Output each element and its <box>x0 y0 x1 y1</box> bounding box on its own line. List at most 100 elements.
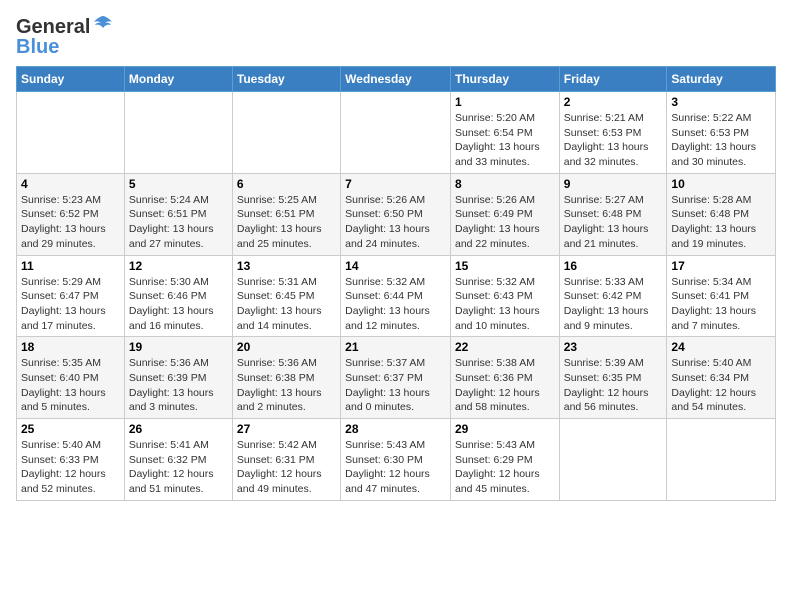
calendar-cell: 26 Sunrise: 5:41 AM Sunset: 6:32 PM Dayli… <box>124 419 232 501</box>
calendar-cell: 22 Sunrise: 5:38 AM Sunset: 6:36 PM Dayli… <box>450 337 559 419</box>
calendar-cell: 29 Sunrise: 5:43 AM Sunset: 6:29 PM Dayli… <box>450 419 559 501</box>
calendar-table: SundayMondayTuesdayWednesdayThursdayFrid… <box>16 66 776 501</box>
day-info: Sunrise: 5:27 AM Sunset: 6:48 PM Dayligh… <box>564 193 663 252</box>
calendar-cell: 15Sunrise: 5:32 AM Sunset: 6:43 PM Dayli… <box>450 255 559 337</box>
day-number: 18 <box>21 340 120 354</box>
day-number: 10 <box>671 177 771 191</box>
calendar-cell: 17 Sunrise: 5:34 AM Sunset: 6:41 PM Dayli… <box>667 255 776 337</box>
calendar-cell: 10 Sunrise: 5:28 AM Sunset: 6:48 PM Dayli… <box>667 173 776 255</box>
calendar-cell: 28 Sunrise: 5:43 AM Sunset: 6:30 PM Dayli… <box>341 419 451 501</box>
day-number: 12 <box>129 259 228 273</box>
weekday-header: Friday <box>559 67 667 92</box>
calendar-cell: 16 Sunrise: 5:33 AM Sunset: 6:42 PM Dayli… <box>559 255 667 337</box>
logo: General Blue <box>16 16 114 58</box>
day-number: 5 <box>129 177 228 191</box>
logo-bird-icon <box>92 14 114 36</box>
calendar-cell: 7Sunrise: 5:26 AM Sunset: 6:50 PM Daylig… <box>341 173 451 255</box>
calendar-cell: 24 Sunrise: 5:40 AM Sunset: 6:34 PM Dayli… <box>667 337 776 419</box>
day-number: 28 <box>345 422 446 436</box>
day-number: 29 <box>455 422 555 436</box>
calendar-cell: 14 Sunrise: 5:32 AM Sunset: 6:44 PM Dayli… <box>341 255 451 337</box>
day-info: Sunrise: 5:40 AM Sunset: 6:33 PM Dayligh… <box>21 438 120 497</box>
calendar-cell: 19 Sunrise: 5:36 AM Sunset: 6:39 PM Dayli… <box>124 337 232 419</box>
day-info: Sunrise: 5:41 AM Sunset: 6:32 PM Dayligh… <box>129 438 228 497</box>
weekday-header: Sunday <box>17 67 125 92</box>
calendar-cell <box>17 92 125 174</box>
calendar-cell: 23Sunrise: 5:39 AM Sunset: 6:35 PM Dayli… <box>559 337 667 419</box>
day-info: Sunrise: 5:29 AM Sunset: 6:47 PM Dayligh… <box>21 275 120 334</box>
calendar-week-row: 25 Sunrise: 5:40 AM Sunset: 6:33 PM Dayli… <box>17 419 776 501</box>
day-info: Sunrise: 5:37 AM Sunset: 6:37 PM Dayligh… <box>345 356 446 415</box>
calendar-cell: 3 Sunrise: 5:22 AM Sunset: 6:53 PM Daylig… <box>667 92 776 174</box>
day-number: 23 <box>564 340 663 354</box>
logo-text-line1: General <box>16 16 90 38</box>
calendar-cell: 2 Sunrise: 5:21 AM Sunset: 6:53 PM Daylig… <box>559 92 667 174</box>
calendar-header: SundayMondayTuesdayWednesdayThursdayFrid… <box>17 67 776 92</box>
day-number: 11 <box>21 259 120 273</box>
calendar-cell: 6Sunrise: 5:25 AM Sunset: 6:51 PM Daylig… <box>232 173 340 255</box>
day-number: 27 <box>237 422 336 436</box>
header: General Blue <box>16 16 776 58</box>
day-number: 17 <box>671 259 771 273</box>
day-number: 20 <box>237 340 336 354</box>
calendar-week-row: 11 Sunrise: 5:29 AM Sunset: 6:47 PM Dayli… <box>17 255 776 337</box>
day-number: 9 <box>564 177 663 191</box>
calendar-cell: 8 Sunrise: 5:26 AM Sunset: 6:49 PM Daylig… <box>450 173 559 255</box>
day-info: Sunrise: 5:33 AM Sunset: 6:42 PM Dayligh… <box>564 275 663 334</box>
day-number: 26 <box>129 422 228 436</box>
day-info: Sunrise: 5:40 AM Sunset: 6:34 PM Dayligh… <box>671 356 771 415</box>
calendar-cell <box>341 92 451 174</box>
day-info: Sunrise: 5:22 AM Sunset: 6:53 PM Dayligh… <box>671 111 771 170</box>
day-info: Sunrise: 5:35 AM Sunset: 6:40 PM Dayligh… <box>21 356 120 415</box>
day-info: Sunrise: 5:28 AM Sunset: 6:48 PM Dayligh… <box>671 193 771 252</box>
day-info: Sunrise: 5:26 AM Sunset: 6:49 PM Dayligh… <box>455 193 555 252</box>
calendar-cell: 9 Sunrise: 5:27 AM Sunset: 6:48 PM Daylig… <box>559 173 667 255</box>
calendar-cell: 11 Sunrise: 5:29 AM Sunset: 6:47 PM Dayli… <box>17 255 125 337</box>
day-number: 22 <box>455 340 555 354</box>
day-number: 4 <box>21 177 120 191</box>
calendar-cell <box>667 419 776 501</box>
calendar-cell: 4 Sunrise: 5:23 AM Sunset: 6:52 PM Daylig… <box>17 173 125 255</box>
calendar-cell: 18 Sunrise: 5:35 AM Sunset: 6:40 PM Dayli… <box>17 337 125 419</box>
calendar-cell: 25 Sunrise: 5:40 AM Sunset: 6:33 PM Dayli… <box>17 419 125 501</box>
day-info: Sunrise: 5:26 AM Sunset: 6:50 PM Dayligh… <box>345 193 446 252</box>
day-number: 21 <box>345 340 446 354</box>
day-info: Sunrise: 5:20 AM Sunset: 6:54 PM Dayligh… <box>455 111 555 170</box>
logo-text-line2: Blue <box>16 36 59 58</box>
day-info: Sunrise: 5:21 AM Sunset: 6:53 PM Dayligh… <box>564 111 663 170</box>
calendar-cell <box>559 419 667 501</box>
day-number: 14 <box>345 259 446 273</box>
day-info: Sunrise: 5:32 AM Sunset: 6:44 PM Dayligh… <box>345 275 446 334</box>
day-number: 8 <box>455 177 555 191</box>
day-number: 19 <box>129 340 228 354</box>
weekday-header: Thursday <box>450 67 559 92</box>
day-info: Sunrise: 5:34 AM Sunset: 6:41 PM Dayligh… <box>671 275 771 334</box>
day-info: Sunrise: 5:31 AM Sunset: 6:45 PM Dayligh… <box>237 275 336 334</box>
day-info: Sunrise: 5:24 AM Sunset: 6:51 PM Dayligh… <box>129 193 228 252</box>
day-info: Sunrise: 5:43 AM Sunset: 6:30 PM Dayligh… <box>345 438 446 497</box>
day-number: 3 <box>671 95 771 109</box>
weekday-header: Tuesday <box>232 67 340 92</box>
day-info: Sunrise: 5:42 AM Sunset: 6:31 PM Dayligh… <box>237 438 336 497</box>
weekday-header: Monday <box>124 67 232 92</box>
day-info: Sunrise: 5:25 AM Sunset: 6:51 PM Dayligh… <box>237 193 336 252</box>
day-number: 24 <box>671 340 771 354</box>
calendar-cell: 1 Sunrise: 5:20 AM Sunset: 6:54 PM Daylig… <box>450 92 559 174</box>
weekday-header: Wednesday <box>341 67 451 92</box>
calendar-cell <box>124 92 232 174</box>
day-info: Sunrise: 5:23 AM Sunset: 6:52 PM Dayligh… <box>21 193 120 252</box>
day-number: 2 <box>564 95 663 109</box>
day-info: Sunrise: 5:36 AM Sunset: 6:39 PM Dayligh… <box>129 356 228 415</box>
weekday-header: Saturday <box>667 67 776 92</box>
calendar-cell: 21 Sunrise: 5:37 AM Sunset: 6:37 PM Dayli… <box>341 337 451 419</box>
day-info: Sunrise: 5:43 AM Sunset: 6:29 PM Dayligh… <box>455 438 555 497</box>
calendar-cell <box>232 92 340 174</box>
day-number: 16 <box>564 259 663 273</box>
day-number: 25 <box>21 422 120 436</box>
calendar-cell: 12Sunrise: 5:30 AM Sunset: 6:46 PM Dayli… <box>124 255 232 337</box>
calendar-cell: 5 Sunrise: 5:24 AM Sunset: 6:51 PM Daylig… <box>124 173 232 255</box>
day-number: 15 <box>455 259 555 273</box>
day-number: 1 <box>455 95 555 109</box>
calendar-cell: 27 Sunrise: 5:42 AM Sunset: 6:31 PM Dayli… <box>232 419 340 501</box>
day-info: Sunrise: 5:38 AM Sunset: 6:36 PM Dayligh… <box>455 356 555 415</box>
